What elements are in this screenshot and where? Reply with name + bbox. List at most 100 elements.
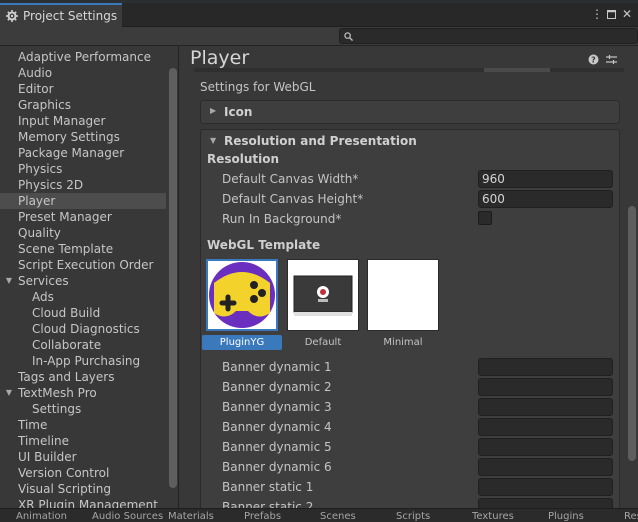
banner-field[interactable] (478, 438, 613, 456)
webgl-platform-tab[interactable] (484, 68, 550, 72)
sidebar-item-collaborate[interactable]: Collaborate (0, 337, 166, 353)
sidebar-item-label: Quality (18, 226, 61, 240)
sidebar-item-version-control[interactable]: Version Control (0, 465, 166, 481)
template-minimal-thumbnail[interactable] (367, 259, 439, 331)
sidebar-item-audio[interactable]: Audio (0, 65, 166, 81)
sidebar-item-label: Scene Template (18, 242, 114, 256)
sidebar-item-label: In-App Purchasing (32, 354, 141, 368)
sidebar-item-player[interactable]: Player (0, 193, 166, 209)
folder-tab[interactable]: Scripts (396, 511, 430, 522)
preset-sliders-icon[interactable] (605, 53, 617, 65)
help-icon[interactable]: ? (587, 53, 599, 65)
chevron-down-icon[interactable]: ▼ (4, 273, 14, 289)
sidebar-item-input-manager[interactable]: Input Manager (0, 113, 166, 129)
chevron-down-icon[interactable]: ▼ (4, 385, 14, 401)
folder-tab[interactable]: Textures (472, 511, 514, 522)
sidebar-item-cloud-diagnostics[interactable]: Cloud Diagnostics (0, 321, 166, 337)
sidebar-item-label: Physics (18, 162, 63, 176)
sidebar-item-label: Preset Manager (18, 210, 112, 224)
resolution-foldout-label[interactable]: Resolution and Presentation (224, 134, 417, 148)
folder-tab[interactable]: Plugins (548, 511, 584, 522)
banner-label: Banner dynamic 4 (222, 420, 332, 434)
sidebar-item-memory-settings[interactable]: Memory Settings (0, 129, 166, 145)
sidebar-item-preset-manager[interactable]: Preset Manager (0, 209, 166, 225)
sidebar-item-services[interactable]: ▼ Services (0, 273, 166, 289)
sidebar-item-visual-scripting[interactable]: Visual Scripting (0, 481, 166, 497)
sidebar-item-physics-2d[interactable]: Physics 2D (0, 177, 166, 193)
maximize-icon[interactable] (604, 7, 618, 21)
sidebar-item-editor[interactable]: Editor (0, 81, 166, 97)
sidebar-scroll-thumb[interactable] (169, 68, 177, 488)
folder-tab[interactable]: Animation (16, 511, 67, 522)
template-caption-default[interactable]: Default (283, 335, 363, 350)
banner-field[interactable] (478, 398, 613, 416)
sidebar-item-cloud-build[interactable]: Cloud Build (0, 305, 166, 321)
resolution-section-label: Resolution (207, 152, 280, 166)
chevron-down-icon[interactable]: ▼ (210, 136, 220, 148)
sidebar-item-label: Adaptive Performance (18, 50, 151, 64)
close-icon[interactable]: ✕ (620, 7, 634, 21)
sidebar-item-ads[interactable]: Ads (0, 289, 166, 305)
sidebar-item-label: Cloud Diagnostics (32, 322, 140, 336)
canvas-width-field[interactable]: 960 (478, 170, 613, 188)
folder-tab[interactable]: Materials (168, 511, 214, 522)
sidebar-item-settings[interactable]: Settings (0, 401, 166, 417)
tab-title: Project Settings (23, 9, 118, 23)
folder-tab[interactable]: Scenes (320, 511, 356, 522)
sidebar-item-script-execution-order[interactable]: Script Execution Order (0, 257, 166, 273)
inspector-scrollbar[interactable] (626, 46, 638, 508)
sidebar-item-physics[interactable]: Physics (0, 161, 166, 177)
sidebar-item-timeline[interactable]: Timeline (0, 433, 166, 449)
sidebar-item-label: UI Builder (18, 450, 77, 464)
sidebar-scrollbar[interactable] (167, 46, 178, 508)
player-settings-panel: Player ? ⋮ Settings for WebGL ▶ Icon ▼ R… (180, 46, 638, 516)
title-bar: Project Settings ⋮ ✕ (0, 3, 638, 27)
sidebar-item-label: TextMesh Pro (18, 386, 97, 400)
folder-tab[interactable]: Resources (624, 511, 638, 522)
platform-tab-strip[interactable] (194, 68, 624, 72)
template-caption-minimal[interactable]: Minimal (363, 335, 443, 350)
search-input[interactable] (339, 28, 638, 44)
banner-label: Banner dynamic 6 (222, 460, 332, 474)
template-caption-pluginyg[interactable]: PluginYG (202, 335, 282, 350)
inspector-scroll-thumb[interactable] (628, 206, 636, 461)
template-pluginyg-thumbnail[interactable] (206, 259, 278, 331)
template-default-thumbnail[interactable] (287, 259, 359, 331)
sidebar-item-xr-plugin-management[interactable]: XR Plugin Management (0, 497, 166, 508)
project-settings-tab[interactable]: Project Settings (0, 3, 122, 27)
banner-field[interactable] (478, 378, 613, 396)
banner-field[interactable] (478, 478, 613, 496)
sidebar-item-label: XR Plugin Management (18, 498, 158, 508)
folder-tab[interactable]: Audio Sources (92, 511, 163, 522)
sidebar-item-package-manager[interactable]: Package Manager (0, 145, 166, 161)
search-icon (344, 32, 353, 41)
icon-foldout-label: Icon (224, 105, 253, 119)
banner-label: Banner dynamic 1 (222, 360, 332, 374)
sidebar-item-time[interactable]: Time (0, 417, 166, 433)
sidebar-item-label: Timeline (18, 434, 70, 448)
icon-foldout[interactable]: ▶ Icon (200, 100, 620, 124)
banner-field[interactable] (478, 418, 613, 436)
svg-text:?: ? (591, 55, 596, 64)
sidebar-item-scene-template[interactable]: Scene Template (0, 241, 166, 257)
banner-field[interactable] (478, 458, 613, 476)
sidebar-item-in-app-purchasing[interactable]: In-App Purchasing (0, 353, 166, 369)
sidebar-item-label: Script Execution Order (18, 258, 154, 272)
sidebar-item-graphics[interactable]: Graphics (0, 97, 166, 113)
run-in-background-checkbox[interactable] (478, 211, 492, 225)
folder-tab[interactable]: Prefabs (244, 511, 281, 522)
settings-for-label: Settings for WebGL (200, 80, 316, 94)
banner-field[interactable] (478, 358, 613, 376)
sidebar-item-ui-builder[interactable]: UI Builder (0, 449, 166, 465)
sidebar-item-quality[interactable]: Quality (0, 225, 166, 241)
page-title: Player (190, 47, 250, 69)
sidebar-item-textmesh-pro[interactable]: ▼ TextMesh Pro (0, 385, 166, 401)
gamepad-icon (208, 261, 276, 329)
sidebar-item-tags-and-layers[interactable]: Tags and Layers (0, 369, 166, 385)
canvas-height-field[interactable]: 600 (478, 190, 613, 208)
project-folder-bar: Animation Audio Sources Materials Prefabs Sc… (0, 508, 638, 522)
banner-label: Banner static 1 (222, 480, 314, 494)
more-options-icon[interactable]: ⋮ (590, 7, 604, 21)
sidebar-item-adaptive-performance[interactable]: Adaptive Performance (0, 49, 166, 65)
sidebar-item-label: Graphics (18, 98, 71, 112)
